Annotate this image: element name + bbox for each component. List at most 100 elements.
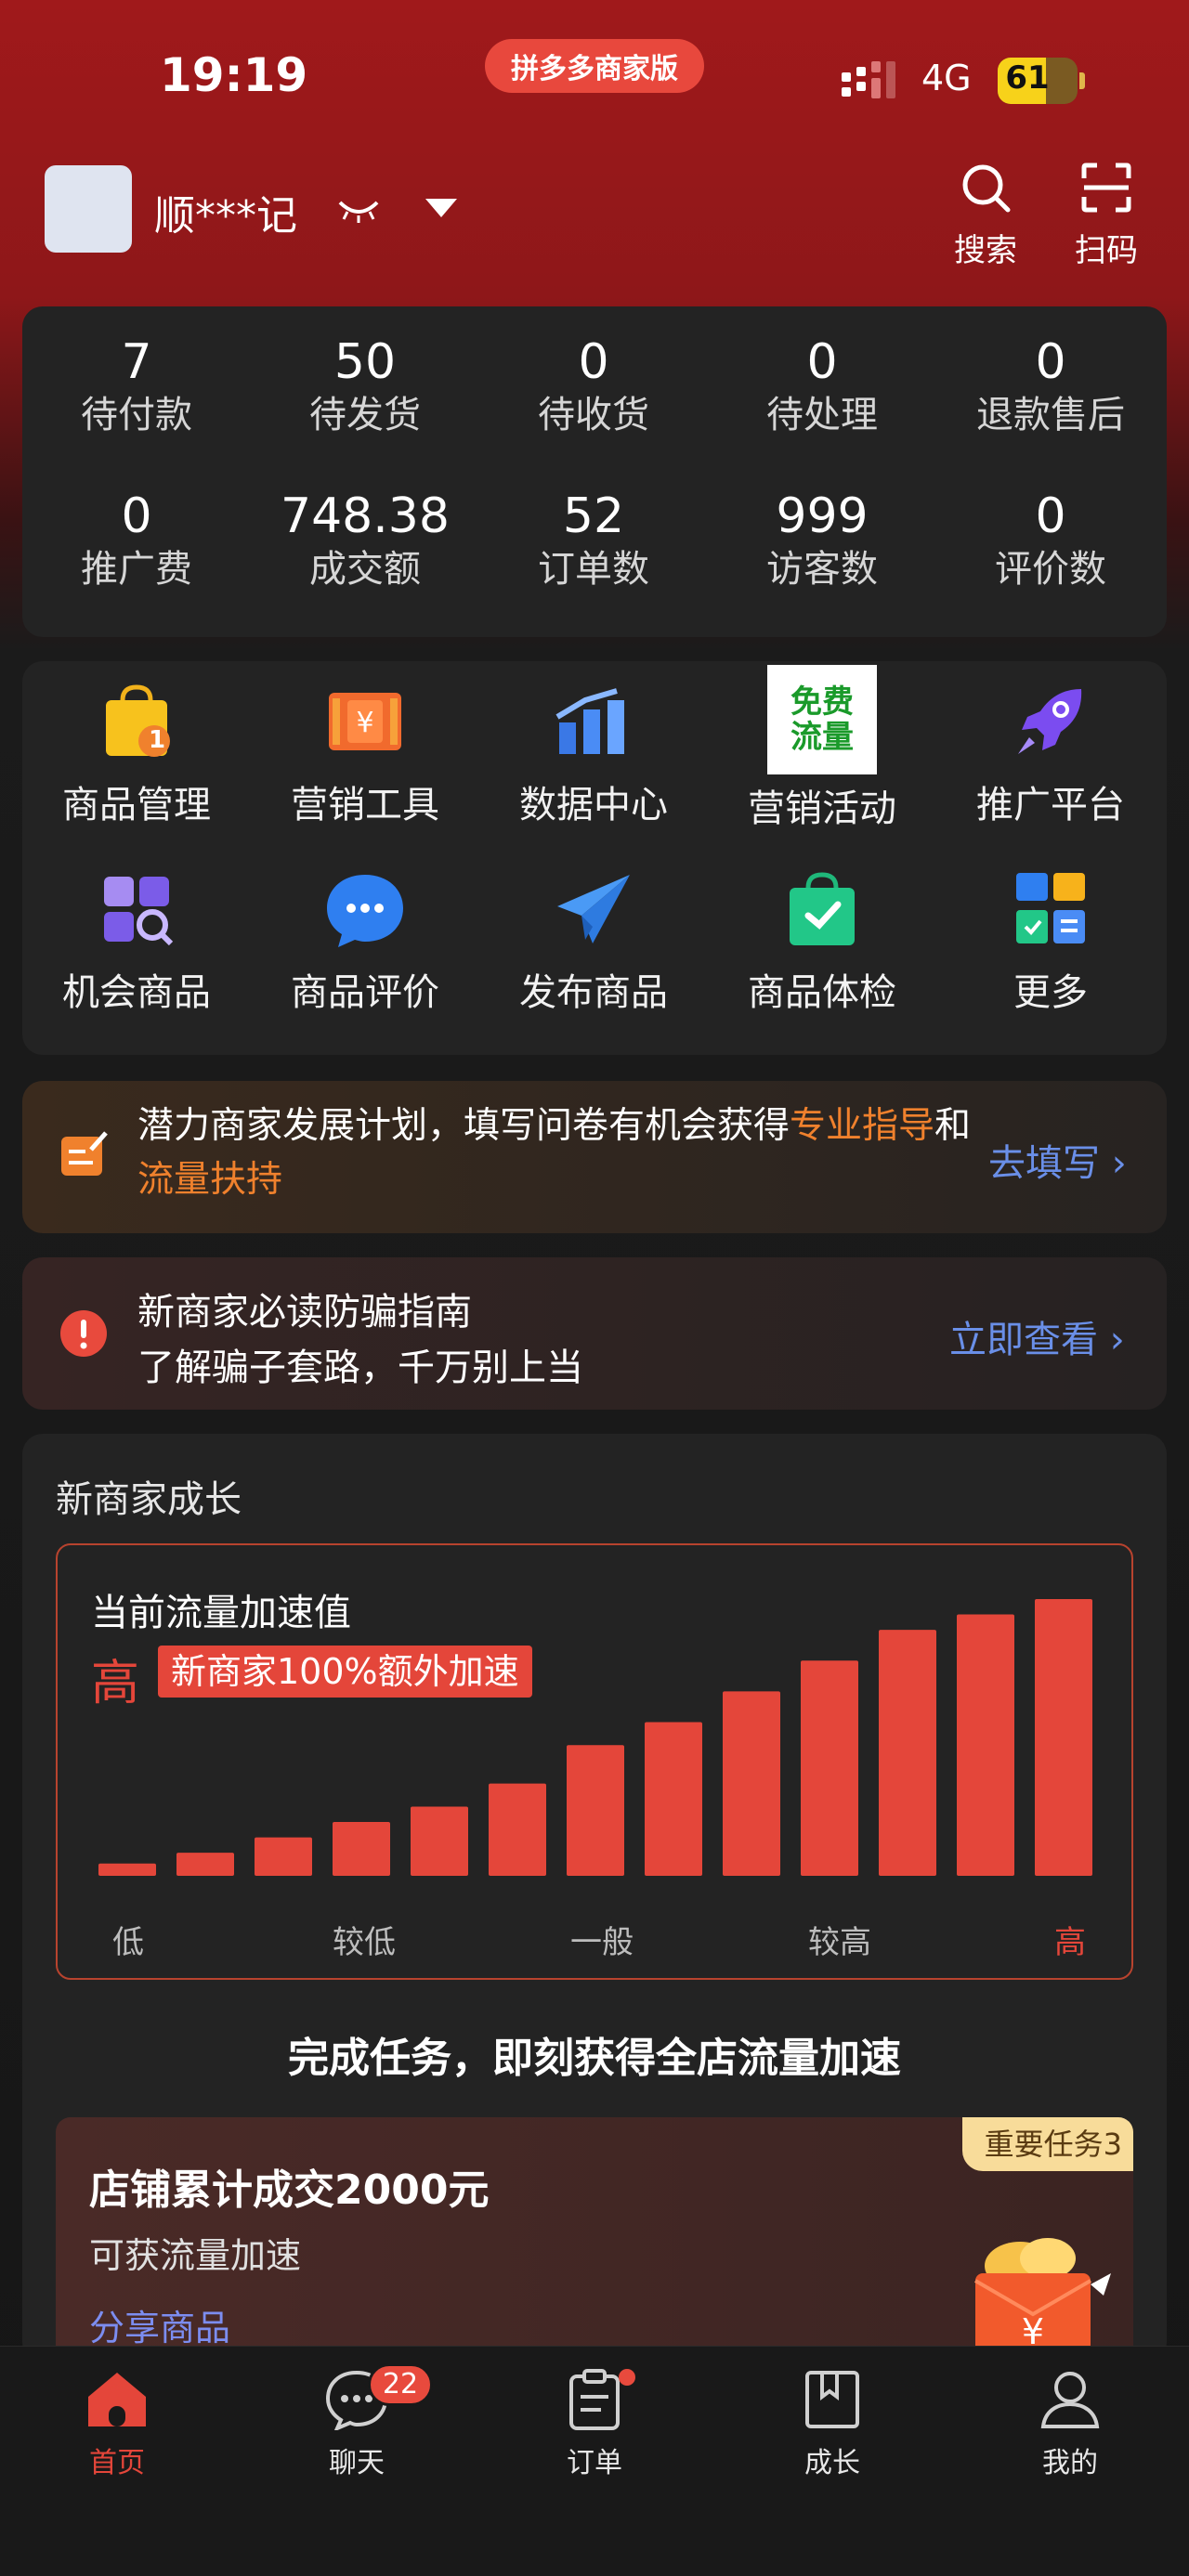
stat-label: 评价数 [995,548,1106,591]
stat-label: 访客数 [766,548,878,591]
tab-orders[interactable]: 订单 [520,2369,669,2480]
shop-avatar[interactable] [45,165,132,253]
shop-name[interactable]: 顺***记 [154,182,297,241]
task-badge: 重要任务3 [961,2117,1133,2171]
view-now-link[interactable]: 立即查看 › [949,1309,1125,1363]
share-product-link[interactable]: 分享商品 [89,2299,230,2350]
stat-label: 待处理 [766,394,878,436]
tool-badge: 1 [149,726,166,754]
tick-label: 一般 [570,1924,634,1961]
chevron-down-icon[interactable] [425,199,457,217]
stat-ad-spend[interactable]: 0 推广费 [22,488,251,594]
scan-button[interactable]: 扫码 [1055,160,1157,270]
opportunity-icon [95,867,178,951]
tab-chat[interactable]: 聊天 22 [282,2363,433,2480]
paper-plane-icon [552,867,635,951]
traffic-chart-box: 当前流量加速值 高 新商家100%额外加速 低 较低 一般 较高 高 [56,1543,1133,1980]
stat-refunds[interactable]: 0 退款售后 [936,334,1165,440]
tool-publish-product[interactable]: 发布商品 [479,867,708,1016]
home-icon [88,2373,146,2426]
tab-label: 成长 [804,2447,860,2479]
rocket-icon [1009,680,1092,763]
search-icon [962,164,1011,213]
tool-label: 营销活动 [748,787,896,830]
tool-label: 商品体检 [748,971,896,1014]
search-button[interactable]: 搜索 [934,160,1037,270]
task-desc: 可获流量加速 [89,2235,302,2276]
fraud-title: 新商家必读防骗指南 [137,1291,472,1334]
stat-pending-payment[interactable]: 7 待付款 [22,334,251,440]
icon-text: 免费 [790,683,854,721]
chart-bar [957,1614,1014,1876]
tool-marketing-activities[interactable]: 免费 流量 营销活动 [708,665,936,832]
stat-value: 0 [806,334,838,390]
stat-pending-process[interactable]: 0 待处理 [708,334,936,440]
stat-gmv[interactable]: 748.38 成交额 [251,488,479,594]
survey-icon [61,1131,108,1176]
free-traffic-icon: 免费 流量 [767,665,877,774]
stat-pending-receipt[interactable]: 0 待收货 [479,334,708,440]
stat-value: 0 [1035,334,1066,390]
battery-icon: 61 [998,58,1078,104]
stat-orders[interactable]: 52 订单数 [479,488,708,594]
chart-bar [176,1853,234,1876]
stat-reviews[interactable]: 0 评价数 [936,488,1165,594]
fill-survey-link[interactable]: 去填写 › [988,1133,1127,1187]
profile-icon [1040,2372,1100,2428]
tool-label: 更多 [1013,971,1088,1014]
tab-profile[interactable]: 我的 [996,2369,1144,2480]
section-title: 新商家成长 [56,1478,242,1521]
red-envelope-icon: ¥ [973,2238,1111,2355]
bag-icon: 1 [95,680,178,763]
bottom-tab-bar: 首页 聊天 22 订单 成长 我的 [0,2346,1189,2576]
stat-label: 订单数 [538,548,649,591]
chart-bar [98,1863,156,1876]
stat-value: 52 [562,488,625,544]
stat-value: 999 [776,488,869,544]
stat-value: 0 [1035,488,1066,544]
stat-label: 推广费 [81,548,192,591]
tool-label: 商品管理 [62,784,211,826]
tool-label: 发布商品 [519,971,668,1014]
chart-bar [333,1822,390,1876]
tab-home[interactable]: 首页 [43,2369,191,2480]
tick-label: 高 [1054,1924,1086,1961]
tool-marketing-tools[interactable]: ¥ 营销工具 [251,680,479,828]
chart-bar [255,1837,312,1876]
chevron-right-icon: › [1111,1142,1127,1185]
chart-bar [879,1630,936,1876]
tab-growth[interactable]: 成长 [758,2369,907,2480]
tick-label: 低 [112,1924,144,1961]
tool-label: 机会商品 [62,971,211,1014]
eye-closed-icon[interactable] [336,193,381,227]
anti-fraud-banner[interactable]: 新商家必读防骗指南 了解骗子套路，千万别上当 立即查看 › [22,1257,1167,1410]
stat-visitors[interactable]: 999 访客数 [708,488,936,594]
fill-survey-label: 去填写 [988,1142,1100,1185]
tools-card: 1 商品管理 ¥ 营销工具 数据中心 免费 流量 营销活动 推广平台 机会商品 [22,661,1167,1055]
scan-icon [1081,163,1131,213]
tool-product-checkup[interactable]: 商品体检 [708,867,936,1016]
chart-bar [567,1745,624,1876]
stat-label: 退款售后 [976,394,1125,436]
tool-product-management[interactable]: 1 商品管理 [22,680,251,828]
chart-bar [489,1783,546,1876]
chart-bar [411,1806,468,1876]
tab-label: 首页 [89,2447,145,2479]
tool-promotion-platform[interactable]: 推广平台 [936,680,1165,828]
tool-product-reviews[interactable]: 商品评价 [251,867,479,1016]
tool-more[interactable]: 更多 [936,867,1165,1016]
chat-bubble-icon [323,867,407,951]
stat-label: 成交额 [309,548,421,591]
chat-unread-badge: 22 [368,2363,433,2406]
more-apps-icon [1009,867,1092,951]
status-time: 19:19 [160,48,308,102]
chart-bar [1035,1599,1092,1876]
banner-text: 潜力商家发展计划，填写问卷有机会获得专业指导和流量扶持 [137,1099,992,1207]
tool-opportunity-products[interactable]: 机会商品 [22,867,251,1016]
tool-label: 推广平台 [976,784,1125,826]
tick-label: 较低 [333,1924,396,1961]
task-card[interactable]: 重要任务3 店铺累计成交2000元 可获流量加速 分享商品 ¥ [56,2117,1133,2359]
stat-pending-shipment[interactable]: 50 待发货 [251,334,479,440]
merchant-plan-banner[interactable]: 潜力商家发展计划，填写问卷有机会获得专业指导和流量扶持 去填写 › [22,1081,1167,1233]
tool-data-center[interactable]: 数据中心 [479,680,708,828]
